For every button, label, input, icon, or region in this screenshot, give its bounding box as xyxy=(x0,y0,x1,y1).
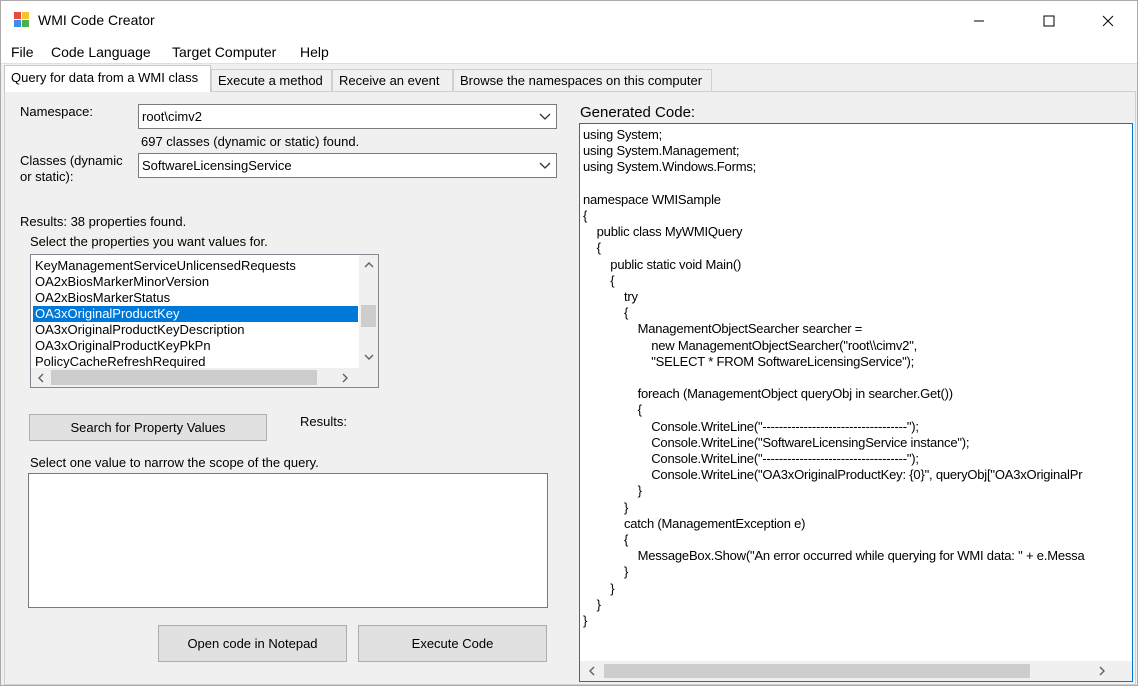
classes-found-text: 697 classes (dynamic or static) found. xyxy=(141,134,360,149)
close-button[interactable] xyxy=(1085,1,1131,40)
tab-execute-method[interactable]: Execute a method xyxy=(211,69,332,91)
select-properties-label: Select the properties you want values fo… xyxy=(30,234,268,249)
namespace-label: Namespace: xyxy=(20,104,93,119)
properties-results-summary: Results: 38 properties found. xyxy=(20,214,187,229)
list-item[interactable]: OA3xOriginalProductKeyPkPn xyxy=(33,338,358,354)
menu-bar: File Code Language Target Computer Help xyxy=(1,40,1137,64)
list-item[interactable]: OA3xOriginalProductKeyDescription xyxy=(33,322,358,338)
generated-code-label: Generated Code: xyxy=(580,104,696,121)
window-title: WMI Code Creator xyxy=(38,12,155,28)
close-icon xyxy=(1102,15,1114,26)
menu-file[interactable]: File xyxy=(11,44,34,60)
menu-target-computer[interactable]: Target Computer xyxy=(172,44,276,60)
wmi-app-icon xyxy=(14,12,30,28)
list-item-selected[interactable]: OA3xOriginalProductKey xyxy=(33,306,358,322)
properties-horizontal-scrollbar[interactable] xyxy=(31,368,378,387)
namespace-combo[interactable]: root\cimv2 xyxy=(138,104,557,129)
properties-vertical-scrollbar[interactable] xyxy=(359,255,378,369)
chevron-right-icon[interactable] xyxy=(339,372,351,384)
vertical-scroll-thumb[interactable] xyxy=(361,305,376,327)
chevron-up-icon[interactable] xyxy=(363,259,375,271)
generated-code-textbox[interactable]: using System; using System.Management; u… xyxy=(579,123,1133,682)
chevron-down-icon xyxy=(539,162,551,169)
tab-strip: Query for data from a WMI class Execute … xyxy=(1,65,1137,92)
list-item[interactable]: OA2xBiosMarkerMinorVersion xyxy=(33,274,358,290)
title-bar: WMI Code Creator xyxy=(1,1,1137,40)
tab-query-data[interactable]: Query for data from a WMI class xyxy=(4,65,211,92)
chevron-right-icon[interactable] xyxy=(1096,665,1108,677)
list-item[interactable]: KeyManagementServiceUnlicensedRequests xyxy=(33,258,358,274)
query-tab-page: Namespace: root\cimv2 697 classes (dynam… xyxy=(4,91,1136,685)
maximize-button[interactable] xyxy=(1026,1,1072,40)
code-horizontal-scrollbar[interactable] xyxy=(580,661,1132,681)
open-code-in-notepad-button[interactable]: Open code in Notepad xyxy=(158,625,347,662)
classes-label-line2: or static): xyxy=(20,169,74,184)
namespace-value: root\cimv2 xyxy=(142,109,202,124)
tab-browse-namespaces[interactable]: Browse the namespaces on this computer xyxy=(453,69,712,91)
maximize-icon xyxy=(1043,15,1055,26)
generated-code-text: using System; using System.Management; u… xyxy=(583,127,1085,629)
chevron-down-icon xyxy=(539,113,551,120)
classes-label-line1: Classes (dynamic xyxy=(20,153,123,168)
menu-code-language[interactable]: Code Language xyxy=(51,44,151,60)
class-value: SoftwareLicensingService xyxy=(142,158,292,173)
horizontal-scroll-thumb[interactable] xyxy=(51,370,317,385)
chevron-left-icon[interactable] xyxy=(35,372,47,384)
code-horizontal-scroll-thumb[interactable] xyxy=(604,664,1030,678)
classes-combo[interactable]: SoftwareLicensingService xyxy=(138,153,557,178)
app-window: WMI Code Creator File Code Language Targ… xyxy=(0,0,1138,686)
execute-code-button[interactable]: Execute Code xyxy=(358,625,547,662)
minimize-button[interactable] xyxy=(956,1,1002,40)
search-property-values-button[interactable]: Search for Property Values xyxy=(29,414,267,441)
list-item[interactable]: OA2xBiosMarkerStatus xyxy=(33,290,358,306)
minimize-icon xyxy=(974,20,984,21)
property-values-box[interactable] xyxy=(28,473,548,608)
tab-receive-event[interactable]: Receive an event xyxy=(332,69,453,91)
properties-listbox[interactable]: KeyManagementServiceUnlicensedRequests O… xyxy=(30,254,379,388)
chevron-left-icon[interactable] xyxy=(586,665,598,677)
chevron-down-icon[interactable] xyxy=(363,351,375,363)
property-results-label: Results: xyxy=(300,414,347,429)
menu-help[interactable]: Help xyxy=(300,44,329,60)
narrow-scope-label: Select one value to narrow the scope of … xyxy=(30,455,319,470)
